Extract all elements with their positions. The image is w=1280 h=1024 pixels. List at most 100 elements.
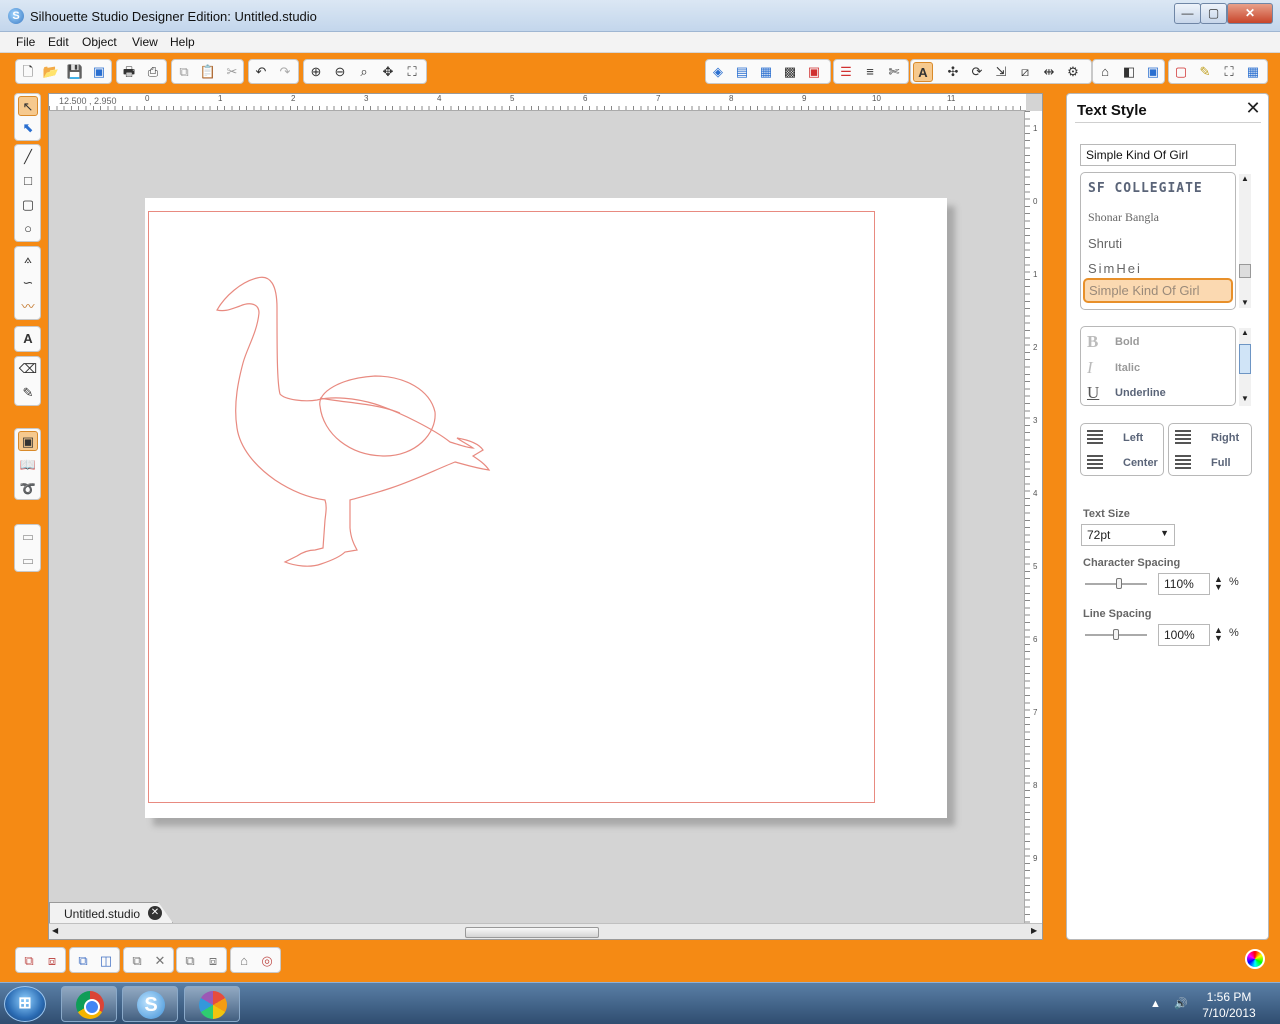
menu-file[interactable]: File — [16, 35, 35, 49]
line-tool-icon[interactable]: ╱ — [18, 147, 38, 167]
start-button[interactable]: ⊞ — [4, 986, 46, 1022]
shear-icon[interactable]: ⧄ — [1015, 62, 1035, 82]
font-list-scrollbar[interactable]: ▲ ▼ — [1239, 174, 1251, 308]
line-spacing-knob[interactable] — [1113, 629, 1119, 640]
ungroup-icon[interactable]: ⧈ — [42, 951, 62, 971]
goose-outline-shape[interactable] — [145, 198, 947, 818]
line-style-icon[interactable]: ☰ — [836, 62, 856, 82]
scroll-down-arrow-icon[interactable]: ▼ — [1241, 298, 1249, 307]
system-tray[interactable]: ▲ 🔊 — [1150, 997, 1188, 1010]
ellipse-tool-icon[interactable]: ○ — [18, 219, 38, 239]
taskbar-picasa[interactable] — [184, 986, 240, 1022]
mirror-icon[interactable]: ⇹ — [1039, 62, 1059, 82]
library-icon[interactable]: ⌂ — [1095, 62, 1115, 82]
line-color-icon[interactable]: ▣ — [804, 62, 824, 82]
taskbar-chrome[interactable] — [61, 986, 117, 1022]
curve-tool-icon[interactable]: ∽ — [18, 273, 38, 293]
horizontal-scroll-thumb[interactable] — [465, 927, 599, 938]
close-tab-icon[interactable]: ✕ — [148, 906, 162, 920]
selected-font-item[interactable]: Simple Kind Of Girl — [1083, 278, 1233, 303]
align-icon[interactable]: ✣ — [943, 62, 963, 82]
text-style-icon[interactable]: A — [913, 62, 933, 82]
minimize-button[interactable]: — — [1174, 3, 1201, 24]
document-tab[interactable]: Untitled.studio ✕ — [49, 902, 173, 923]
menu-view[interactable]: View — [132, 35, 158, 49]
close-panel-icon[interactable]: ✕ — [1243, 98, 1263, 118]
undo-icon[interactable]: ↶ — [251, 62, 271, 82]
line-spacing-input[interactable]: 100% — [1158, 624, 1210, 646]
library-book-icon[interactable]: 📖 — [18, 455, 38, 475]
grid-icon[interactable]: ▦ — [1243, 62, 1263, 82]
offset-icon[interactable]: ◎ — [257, 951, 277, 971]
zoom-select-icon[interactable]: ⌕ — [354, 62, 374, 82]
rotate-icon[interactable]: ⟳ — [967, 62, 987, 82]
zoom-in-icon[interactable]: ⊕ — [306, 62, 326, 82]
delete-icon[interactable]: ✕ — [150, 951, 170, 971]
eraser-tool-icon[interactable]: ⌫ — [18, 359, 38, 379]
copy-icon[interactable]: ⧉ — [174, 62, 194, 82]
horizontal-scrollbar[interactable]: ◀ ▶ — [49, 923, 1042, 939]
layer-down-icon[interactable]: ▭ — [18, 551, 38, 571]
group-icon[interactable]: ⧉ — [19, 951, 39, 971]
edit-points-icon[interactable]: ⬉ — [18, 118, 38, 138]
make-compound-icon[interactable]: ⧉ — [73, 951, 93, 971]
text-tool-icon[interactable]: A — [18, 329, 38, 349]
lasso-icon[interactable]: ➰ — [18, 479, 38, 499]
new-file-icon[interactable]: 🗋 — [18, 62, 38, 82]
font-search-input[interactable]: Simple Kind Of Girl — [1080, 144, 1236, 166]
scale-icon[interactable]: ⇲ — [991, 62, 1011, 82]
pattern-icon[interactable]: ▦ — [756, 62, 776, 82]
rounded-rectangle-tool-icon[interactable]: ▢ — [18, 195, 38, 215]
character-spacing-slider[interactable] — [1085, 578, 1147, 589]
scroll-up-arrow-icon[interactable]: ▲ — [1241, 328, 1249, 337]
design-canvas[interactable]: 12.500 , 2.950 0 1 2 3 4 5 6 7 8 9 10 11… — [48, 93, 1043, 940]
line-spacing-slider[interactable] — [1085, 629, 1147, 640]
select-arrow-icon[interactable]: ↖ — [18, 96, 38, 116]
send-to-cutter-icon[interactable]: ⎙ — [143, 62, 163, 82]
fit-page-icon[interactable]: ⛶ — [402, 62, 422, 82]
scroll-up-arrow-icon[interactable]: ▲ — [1241, 174, 1249, 183]
print-icon[interactable]: 🖶 — [119, 62, 139, 82]
character-spacing-stepper[interactable]: ▲ ▼ — [1214, 575, 1223, 592]
polygon-tool-icon[interactable]: ⟑ — [18, 249, 38, 269]
line-spacing-stepper[interactable]: ▲ ▼ — [1214, 626, 1223, 643]
cut-settings-icon[interactable]: ▣ — [1143, 62, 1163, 82]
color-wheel-icon[interactable] — [1245, 949, 1265, 969]
bring-forward-icon[interactable]: ⧉ — [180, 951, 200, 971]
release-compound-icon[interactable]: ◫ — [96, 951, 116, 971]
cut-icon[interactable]: ✂ — [222, 62, 242, 82]
menu-object[interactable]: Object — [82, 35, 117, 49]
gradient-icon[interactable]: ▤ — [732, 62, 752, 82]
taskbar-clock[interactable]: 1:56 PM 7/10/2013 — [1196, 989, 1262, 1021]
menu-help[interactable]: Help — [170, 35, 195, 49]
save-library-icon[interactable]: ▣ — [89, 62, 109, 82]
text-size-dropdown[interactable]: 72pt ▼ — [1081, 524, 1175, 546]
show-hidden-icons-icon[interactable]: ▲ — [1150, 998, 1161, 1010]
open-folder-icon[interactable]: 📂 — [41, 62, 61, 82]
font-list-item[interactable]: Shruti — [1088, 236, 1122, 251]
close-window-button[interactable]: ✕ — [1227, 3, 1273, 24]
weld-icon[interactable]: ⌂ — [234, 951, 254, 971]
font-list[interactable]: SF COLLEGIATE Shonar Bangla Shruti SimHe… — [1080, 172, 1236, 310]
font-scroll-thumb[interactable] — [1239, 264, 1251, 278]
paste-icon[interactable]: 📋 — [198, 62, 218, 82]
duplicate-icon[interactable]: ⧉ — [127, 951, 147, 971]
character-spacing-knob[interactable] — [1115, 578, 1122, 589]
rectangle-tool-icon[interactable]: □ — [18, 171, 38, 191]
character-spacing-input[interactable]: 110% — [1158, 573, 1210, 595]
knife-tool-icon[interactable]: ✎ — [18, 383, 38, 403]
store-icon[interactable]: ◧ — [1119, 62, 1139, 82]
font-list-item[interactable]: SimHei — [1088, 261, 1142, 276]
redo-icon[interactable]: ↷ — [275, 62, 295, 82]
volume-icon[interactable]: 🔊 — [1174, 998, 1188, 1010]
style-list-scrollbar[interactable]: ▲ ▼ — [1239, 328, 1251, 406]
send-backward-icon[interactable]: ⧈ — [203, 951, 223, 971]
replicate-icon[interactable]: ⚙ — [1063, 62, 1083, 82]
menu-edit[interactable]: Edit — [48, 35, 69, 49]
design-page-icon[interactable]: ▣ — [18, 431, 38, 451]
scroll-right-arrow-icon[interactable]: ▶ — [1031, 926, 1037, 935]
layer-up-icon[interactable]: ▭ — [18, 527, 38, 547]
maximize-button[interactable]: ▢ — [1200, 3, 1227, 24]
style-scroll-thumb[interactable] — [1239, 344, 1251, 374]
taskbar-silhouette-studio[interactable]: S — [122, 986, 178, 1022]
